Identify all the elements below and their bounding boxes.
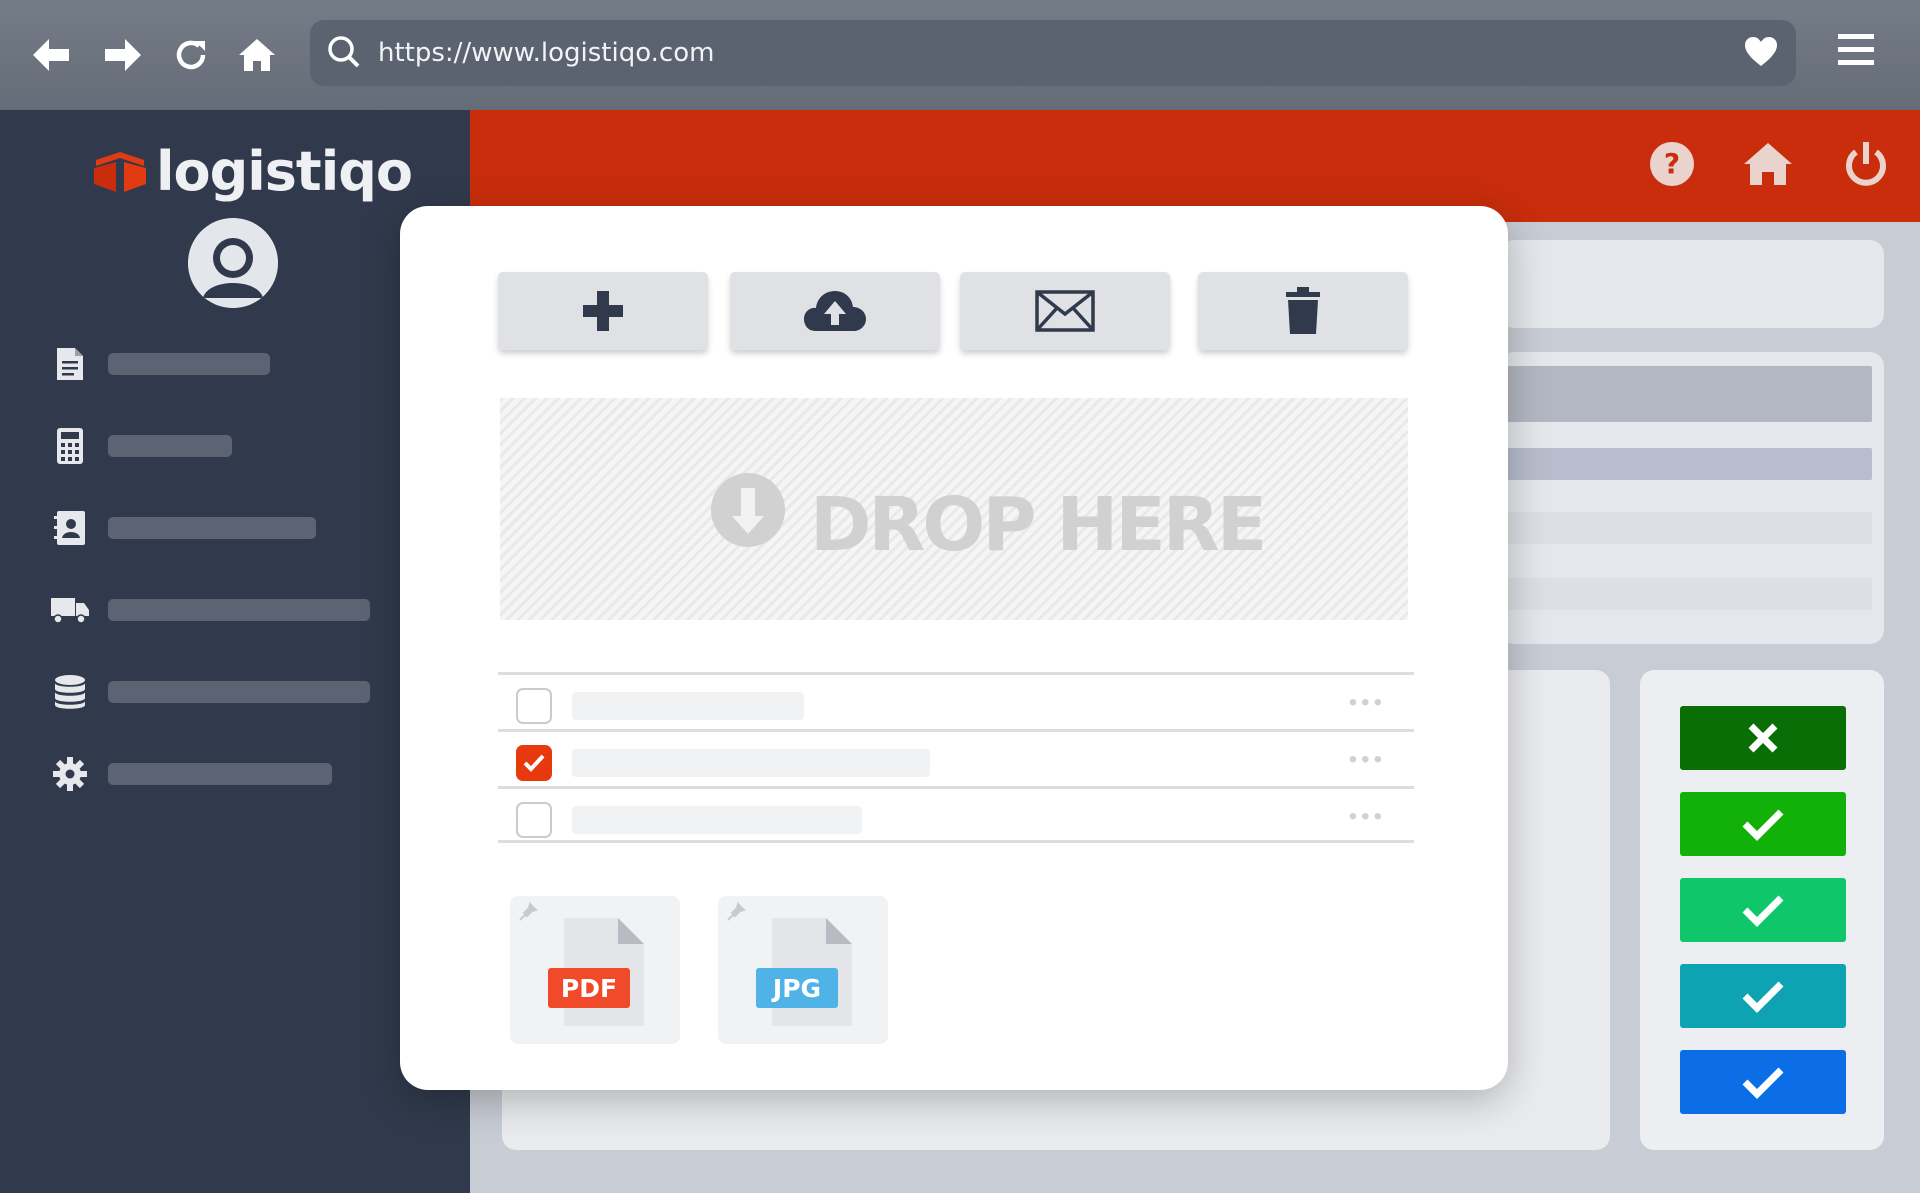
- gear-icon: [50, 754, 90, 794]
- arrow-left-icon: [33, 39, 69, 71]
- more-options-icon[interactable]: •••: [1349, 689, 1386, 717]
- user-icon: [188, 218, 278, 308]
- check-icon: [1742, 809, 1784, 841]
- file-type-badge: PDF: [548, 968, 630, 1008]
- logo[interactable]: logistiqo: [90, 140, 413, 203]
- list-item[interactable]: •••: [498, 672, 1414, 729]
- sidebar-item-contacts[interactable]: [50, 508, 316, 548]
- sidebar-item-label: [108, 517, 316, 539]
- logo-mark-icon: [94, 151, 146, 192]
- file-checkbox[interactable]: [516, 688, 552, 724]
- bg-table-panel: [1500, 352, 1884, 644]
- add-icon: [583, 291, 623, 331]
- bg-table-header: [1500, 366, 1872, 422]
- hamburger-icon: [1838, 34, 1874, 65]
- close-icon: [1748, 723, 1778, 753]
- download-circle-icon: [711, 473, 785, 547]
- address-bar[interactable]: https://www.logistiqo.com: [310, 20, 1796, 86]
- file-checkbox[interactable]: [516, 802, 552, 838]
- trash-icon: [1286, 287, 1320, 334]
- home-button[interactable]: [1742, 140, 1792, 190]
- upload-icon: [804, 291, 866, 331]
- sidebar-item-shipping[interactable]: [50, 590, 370, 630]
- heart-icon[interactable]: [1744, 36, 1778, 68]
- arrow-right-icon: [105, 39, 141, 71]
- power-icon: [1846, 142, 1886, 186]
- file-name-placeholder: [572, 692, 804, 720]
- sidebar-item-database[interactable]: [50, 672, 370, 712]
- search-icon: [328, 36, 360, 68]
- sidebar-item-settings[interactable]: [50, 754, 332, 794]
- upload-dialog: DROP HERE ••• ••• ••• PDF JPG: [400, 206, 1508, 1090]
- help-icon: ?: [1650, 142, 1694, 186]
- upload-button[interactable]: [730, 272, 940, 350]
- browser-toolbar: https://www.logistiqo.com: [0, 0, 1920, 110]
- home-nav-button[interactable]: [232, 30, 282, 80]
- file-checkbox[interactable]: [516, 745, 552, 781]
- more-options-icon[interactable]: •••: [1349, 746, 1386, 774]
- forward-button[interactable]: [98, 30, 148, 80]
- contacts-icon: [50, 508, 90, 548]
- email-button[interactable]: [960, 272, 1170, 350]
- attachment-jpg[interactable]: JPG: [718, 896, 888, 1044]
- check-icon: [523, 754, 545, 772]
- file-name-placeholder: [572, 749, 930, 777]
- sidebar-item-label: [108, 435, 232, 457]
- logo-text: logistiqo: [156, 140, 413, 203]
- approve-button[interactable]: [1680, 964, 1846, 1028]
- help-button[interactable]: ?: [1648, 140, 1698, 190]
- approve-button[interactable]: [1680, 878, 1846, 942]
- mail-icon: [1035, 290, 1095, 332]
- app-screen: https://www.logistiqo.com logistiqo ? DR…: [0, 0, 1920, 1193]
- sidebar-item-documents[interactable]: [50, 344, 270, 384]
- pin-icon: [519, 902, 538, 921]
- approve-button[interactable]: [1680, 1050, 1846, 1114]
- database-icon: [50, 672, 90, 712]
- file-name-placeholder: [572, 806, 862, 834]
- add-button[interactable]: [498, 272, 708, 350]
- file-list: ••• ••• •••: [498, 672, 1414, 843]
- more-options-icon[interactable]: •••: [1349, 803, 1386, 831]
- check-icon: [1742, 1067, 1784, 1099]
- truck-icon: [50, 590, 90, 630]
- document-icon: [50, 344, 90, 384]
- reject-button[interactable]: [1680, 706, 1846, 770]
- reload-icon: [176, 40, 206, 70]
- home-icon: [239, 39, 275, 71]
- bg-search-panel: [1500, 240, 1884, 328]
- status-panel: [1640, 670, 1884, 1150]
- pin-icon: [727, 902, 746, 921]
- check-icon: [1742, 981, 1784, 1013]
- reload-button[interactable]: [166, 30, 216, 80]
- back-button[interactable]: [26, 30, 76, 80]
- drop-label: DROP HERE: [810, 482, 1267, 568]
- attachment-pdf[interactable]: PDF: [510, 896, 680, 1044]
- calculator-icon: [50, 426, 90, 466]
- svg-text:?: ?: [1664, 147, 1680, 180]
- bg-table-row: [1500, 512, 1872, 544]
- check-icon: [1742, 895, 1784, 927]
- drop-zone[interactable]: DROP HERE: [500, 398, 1408, 620]
- sidebar-item-label: [108, 353, 270, 375]
- file-type-badge: JPG: [756, 968, 838, 1008]
- sidebar-item-label: [108, 599, 370, 621]
- bg-table-row: [1500, 448, 1872, 480]
- url-text[interactable]: https://www.logistiqo.com: [378, 38, 714, 68]
- sidebar-item-calculator[interactable]: [50, 426, 232, 466]
- list-item[interactable]: •••: [498, 786, 1414, 843]
- sidebar-item-label: [108, 763, 332, 785]
- avatar[interactable]: [188, 218, 278, 308]
- sidebar-item-label: [108, 681, 370, 703]
- delete-button[interactable]: [1198, 272, 1408, 350]
- menu-button[interactable]: [1836, 30, 1876, 70]
- approve-button[interactable]: [1680, 792, 1846, 856]
- logout-button[interactable]: [1842, 140, 1892, 190]
- home-icon: [1744, 143, 1792, 185]
- list-item[interactable]: •••: [498, 729, 1414, 786]
- bg-table-row: [1500, 578, 1872, 610]
